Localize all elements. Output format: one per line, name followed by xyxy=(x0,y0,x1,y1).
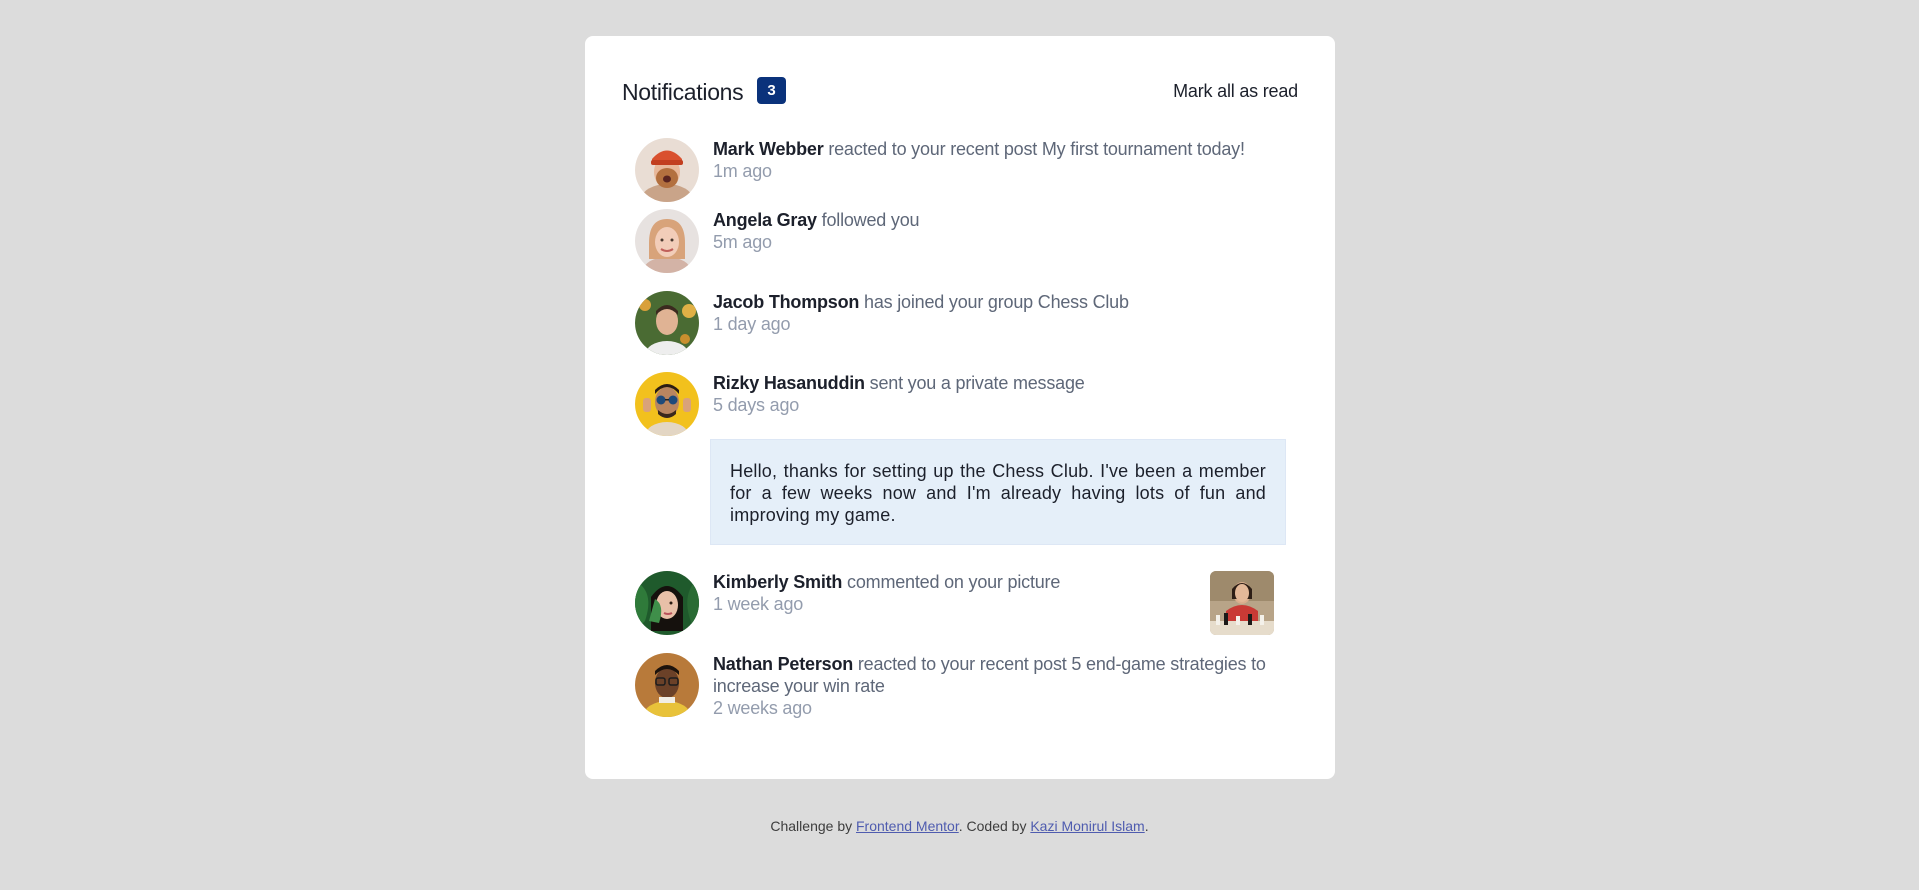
avatar-rizky-hasanuddin-icon xyxy=(635,372,699,436)
notification-action: reacted to your recent post xyxy=(828,139,1038,159)
avatar[interactable] xyxy=(635,372,699,436)
notification-author-name[interactable]: Nathan Peterson xyxy=(713,654,853,674)
notification-time: 1m ago xyxy=(713,161,772,181)
notification-item[interactable]: Mark Webber reacted to your recent post … xyxy=(635,138,1285,202)
notification-author-name[interactable]: Angela Gray xyxy=(713,210,817,230)
private-message[interactable]: Hello, thanks for setting up the Chess C… xyxy=(710,439,1286,545)
notification-author-name[interactable]: Jacob Thompson xyxy=(713,292,859,312)
notification-author-name[interactable]: Rizky Hasanuddin xyxy=(713,373,865,393)
avatar-jacob-thompson-icon xyxy=(635,291,699,355)
notification-time: 2 weeks ago xyxy=(713,698,812,718)
chess-photo-icon xyxy=(1210,571,1274,635)
avatar[interactable] xyxy=(635,653,699,717)
notification-action: commented on your picture xyxy=(847,572,1061,592)
footer-prefix: Challenge by xyxy=(770,818,853,834)
notification-item[interactable]: Angela Gray followed you 5m ago xyxy=(635,209,1285,273)
notification-action: has joined your group xyxy=(864,292,1033,312)
page-title: Notifications xyxy=(622,79,744,105)
commented-picture-thumbnail[interactable] xyxy=(1210,571,1274,635)
notification-time: 5m ago xyxy=(713,232,772,252)
notification-time: 1 day ago xyxy=(713,314,791,334)
notification-item[interactable]: Jacob Thompson has joined your group Che… xyxy=(635,291,1285,355)
notification-text: Jacob Thompson has joined your group Che… xyxy=(713,291,1273,335)
avatar-angela-gray-icon xyxy=(635,209,699,273)
notification-text: Mark Webber reacted to your recent post … xyxy=(713,138,1273,182)
notification-action: followed you xyxy=(821,210,920,230)
avatar-kimberly-smith-icon xyxy=(635,571,699,635)
unread-count-badge: 3 xyxy=(757,77,786,104)
notifications-card: Notifications 3 Mark all as read Mark We… xyxy=(585,36,1335,779)
avatar-mark-webber-icon xyxy=(635,138,699,202)
notification-item[interactable]: Nathan Peterson reacted to your recent p… xyxy=(635,653,1285,719)
avatar[interactable] xyxy=(635,571,699,635)
notification-text: Rizky Hasanuddin sent you a private mess… xyxy=(713,372,1273,416)
frontend-mentor-link[interactable]: Frontend Mentor xyxy=(856,818,959,834)
notifications-header: Notifications 3 Mark all as read xyxy=(622,70,1298,110)
notification-action: reacted to your recent post xyxy=(857,654,1067,674)
notification-text: Nathan Peterson reacted to your recent p… xyxy=(713,653,1273,719)
notification-text: Angela Gray followed you 5m ago xyxy=(713,209,1273,253)
notification-author-name[interactable]: Kimberly Smith xyxy=(713,572,842,592)
notification-item[interactable]: Rizky Hasanuddin sent you a private mess… xyxy=(635,372,1285,436)
avatar-nathan-peterson-icon xyxy=(635,653,699,717)
mark-all-as-read-button[interactable]: Mark all as read xyxy=(1173,81,1298,102)
notification-time: 1 week ago xyxy=(713,594,804,614)
notification-item[interactable]: Kimberly Smith commented on your picture… xyxy=(635,571,1285,635)
notification-text: Kimberly Smith commented on your picture… xyxy=(713,571,1273,615)
footer-middle: . Coded by xyxy=(958,818,1027,834)
avatar[interactable] xyxy=(635,291,699,355)
notification-target-link[interactable]: Chess Club xyxy=(1038,292,1129,312)
attribution-footer: Challenge by Frontend Mentor. Coded by K… xyxy=(0,818,1919,834)
avatar[interactable] xyxy=(635,138,699,202)
notification-time: 5 days ago xyxy=(713,395,800,415)
avatar[interactable] xyxy=(635,209,699,273)
notification-author-name[interactable]: Mark Webber xyxy=(713,139,824,159)
footer-suffix: . xyxy=(1144,818,1149,834)
notification-target-link[interactable]: My first tournament today! xyxy=(1042,139,1245,159)
author-link[interactable]: Kazi Monirul Islam xyxy=(1030,818,1144,834)
notification-action: sent you a private message xyxy=(869,373,1085,393)
